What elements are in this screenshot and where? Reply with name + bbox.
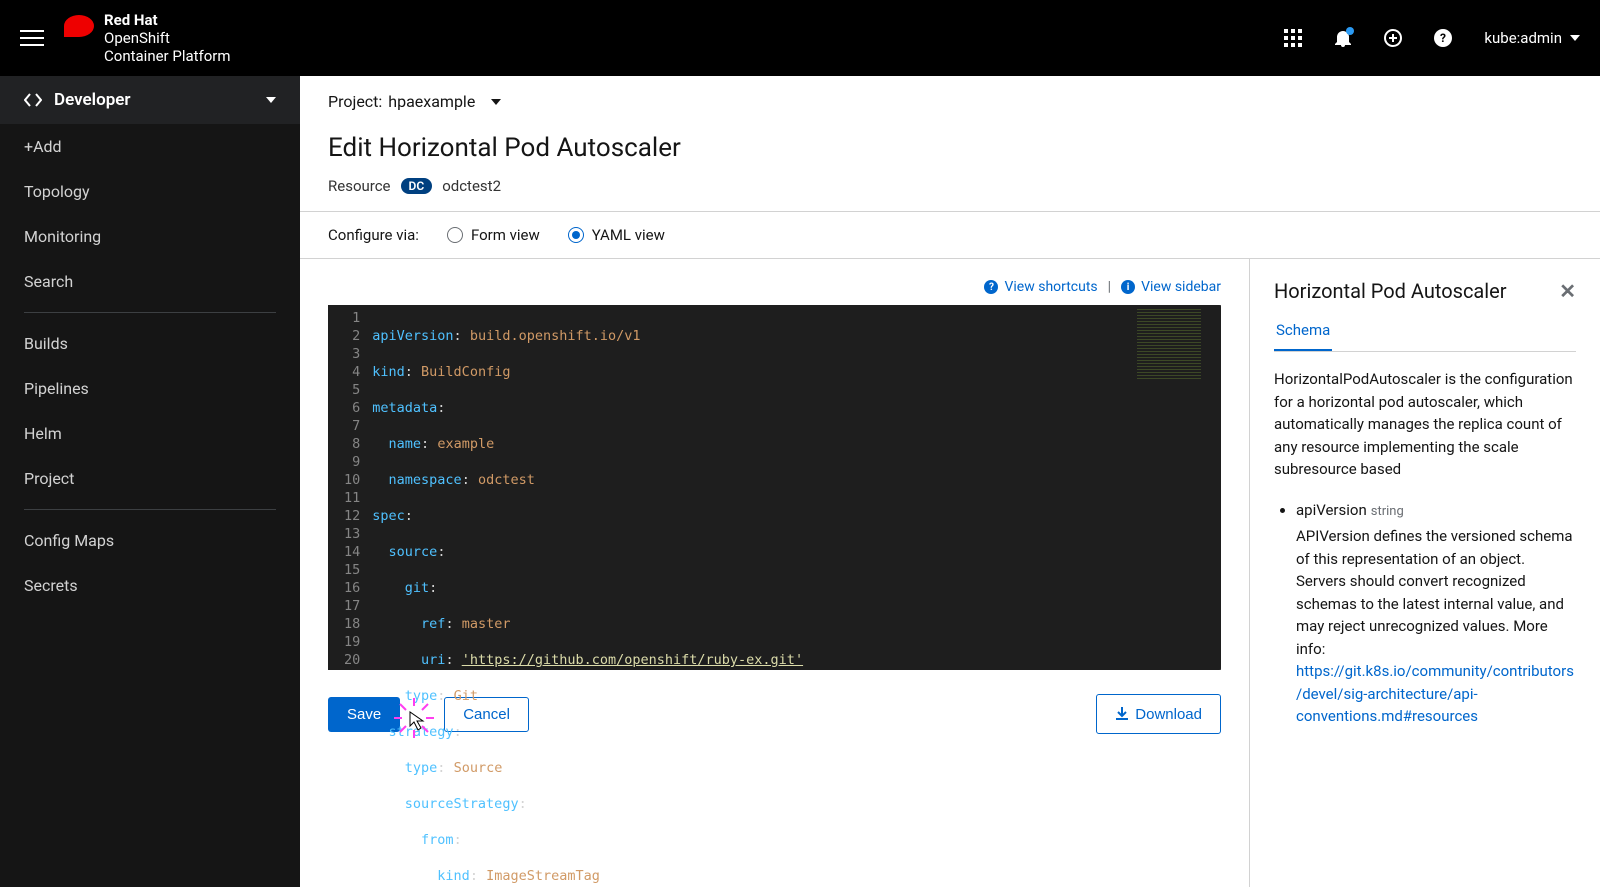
brand-logo: Red Hat OpenShift Container Platform xyxy=(64,11,231,65)
nav-topology[interactable]: Topology xyxy=(0,169,300,214)
info-icon: ? xyxy=(984,280,998,294)
project-label: Project: xyxy=(328,92,382,111)
caret-down-icon xyxy=(1570,35,1580,41)
perspective-switcher[interactable]: Developer xyxy=(0,76,300,124)
nav-helm[interactable]: Helm xyxy=(0,411,300,456)
radio-icon xyxy=(568,227,584,243)
radio-form-label: Form view xyxy=(471,226,540,244)
schema-intro: HorizontalPodAutoscaler is the configura… xyxy=(1274,368,1576,481)
project-value: hpaexample xyxy=(388,92,475,111)
nav-add[interactable]: +Add xyxy=(0,124,300,169)
caret-down-icon xyxy=(266,97,276,103)
close-icon[interactable]: ✕ xyxy=(1559,279,1576,303)
redhat-fedora-icon xyxy=(64,15,94,37)
radio-yaml-view[interactable]: YAML view xyxy=(568,226,665,244)
hamburger-menu-icon[interactable] xyxy=(20,26,44,50)
notifications-bell-icon[interactable] xyxy=(1334,29,1352,47)
radio-icon xyxy=(447,227,463,243)
schema-field-apiversion: apiVersionstring APIVersion defines the … xyxy=(1296,499,1576,728)
project-selector[interactable]: Project: hpaexample xyxy=(300,76,1600,127)
resource-name: odctest2 xyxy=(442,177,501,195)
code-icon xyxy=(24,91,42,109)
nav-secrets[interactable]: Secrets xyxy=(0,563,300,608)
brand-line2: OpenShift xyxy=(104,29,231,47)
brand-line3: Container Platform xyxy=(104,47,231,65)
view-sidebar-link[interactable]: iView sidebar xyxy=(1121,279,1221,295)
nav-divider xyxy=(24,312,276,313)
editor-minimap[interactable] xyxy=(1131,305,1221,670)
svg-text:?: ? xyxy=(1440,31,1446,45)
user-menu[interactable]: kube:admin xyxy=(1484,29,1580,47)
resource-badge: DC xyxy=(401,178,433,194)
line-gutter: 1234567891011121314151617181920 xyxy=(328,305,372,670)
nav-builds[interactable]: Builds xyxy=(0,321,300,366)
info-icon: i xyxy=(1121,280,1135,294)
download-icon xyxy=(1115,707,1129,721)
brand-line1: Red Hat xyxy=(104,11,231,29)
download-button[interactable]: Download xyxy=(1096,694,1221,734)
view-shortcuts-link[interactable]: ?View shortcuts xyxy=(984,279,1097,295)
nav-pipelines[interactable]: Pipelines xyxy=(0,366,300,411)
yaml-editor[interactable]: 1234567891011121314151617181920 apiVersi… xyxy=(328,305,1221,670)
help-icon[interactable]: ? xyxy=(1434,29,1452,47)
tab-schema[interactable]: Schema xyxy=(1274,321,1332,351)
radio-yaml-label: YAML view xyxy=(592,226,665,244)
code-content: apiVersion: build.openshift.io/v1 kind: … xyxy=(372,305,803,670)
nav-search[interactable]: Search xyxy=(0,259,300,304)
user-name: kube:admin xyxy=(1484,29,1562,47)
resource-label: Resource xyxy=(328,177,391,195)
configure-via-label: Configure via: xyxy=(328,226,419,244)
schema-more-info-link[interactable]: https://git.k8s.io/community/contributor… xyxy=(1296,662,1574,725)
caret-down-icon xyxy=(491,99,501,105)
radio-form-view[interactable]: Form view xyxy=(447,226,540,244)
nav-monitoring[interactable]: Monitoring xyxy=(0,214,300,259)
page-title: Edit Horizontal Pod Autoscaler xyxy=(328,133,1572,163)
perspective-label: Developer xyxy=(54,90,131,110)
nav-divider xyxy=(24,509,276,510)
nav-project[interactable]: Project xyxy=(0,456,300,501)
apps-grid-icon[interactable] xyxy=(1284,29,1302,47)
sidebar-panel-title: Horizontal Pod Autoscaler xyxy=(1274,279,1507,303)
nav-configmaps[interactable]: Config Maps xyxy=(0,518,300,563)
import-plus-icon[interactable] xyxy=(1384,29,1402,47)
